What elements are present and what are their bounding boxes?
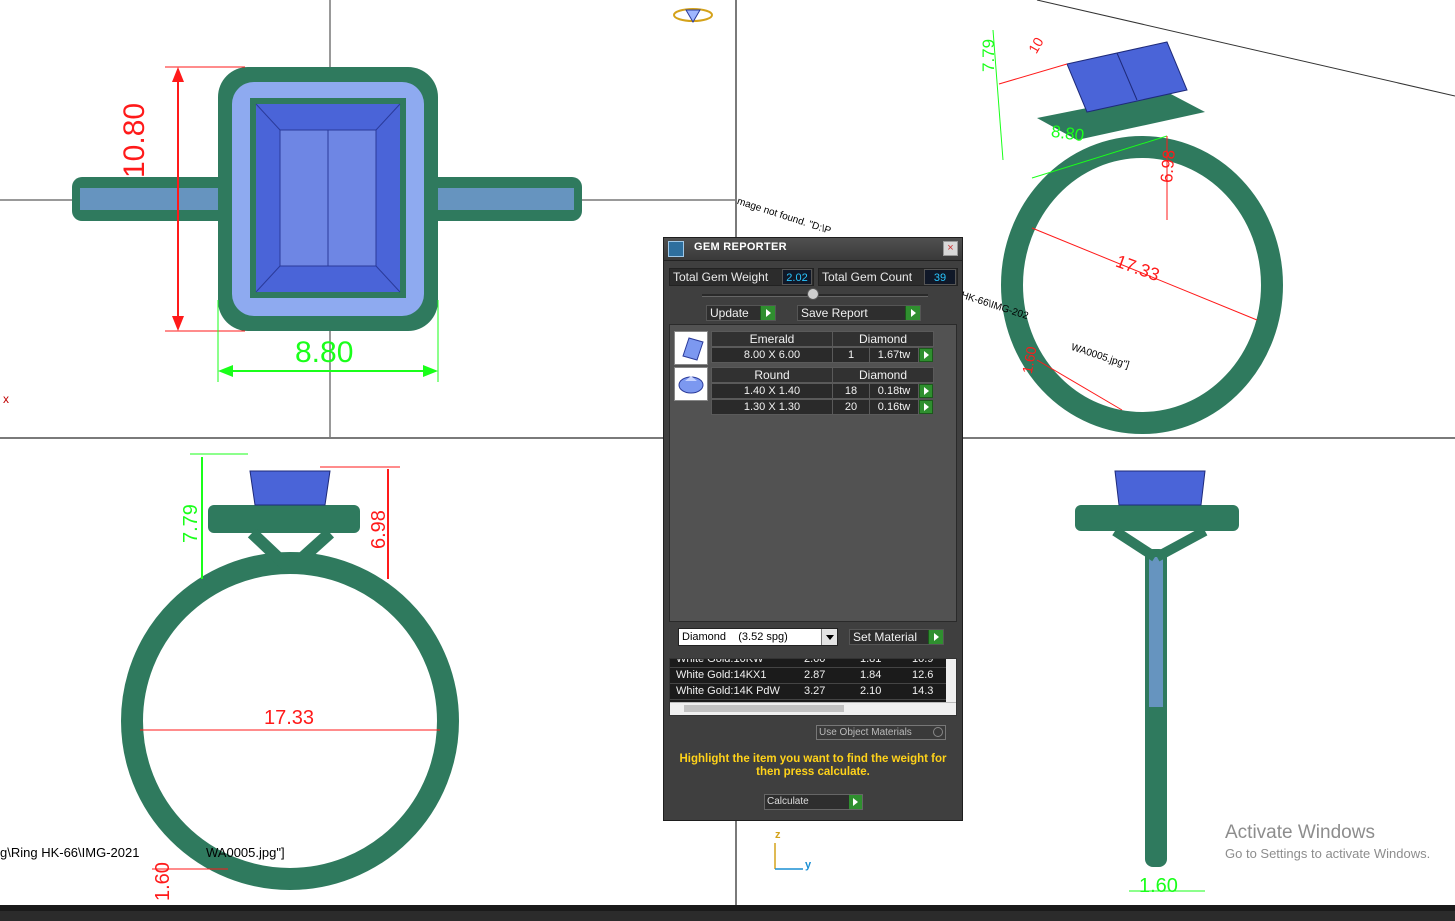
material-value-a: 3.27 — [804, 685, 826, 697]
persp-dim-c: 6.98 — [1157, 149, 1179, 184]
save-report-label: Save Report — [801, 306, 868, 320]
gem-size-cell: 1.40 X 1.40 — [711, 383, 833, 399]
material-value-c: 10.9 — [912, 658, 934, 665]
front-dim-c: 17.33 — [264, 707, 315, 729]
gem-row-go-button[interactable] — [919, 400, 933, 414]
table-row[interactable]: White Gold:14K PdW 3.27 2.10 14.3 — [670, 684, 948, 700]
update-button[interactable]: Update — [706, 305, 776, 321]
material-value-c: 14.3 — [912, 685, 934, 697]
front-path-left: g\Ring HK-66\IMG-2021 — [0, 845, 140, 860]
axis-z-label: z — [775, 829, 781, 841]
instruction-note: Highlight the item you want to find the … — [679, 753, 947, 778]
front-path-right: WA0005.jpg"] — [206, 845, 285, 860]
viewport-front[interactable]: 7.79 6.98 17.33 1.60 g\Ring HK-66\IMG-20… — [0, 439, 735, 905]
material-value-a: 2.60 — [804, 658, 826, 665]
gem-weight-cell: 0.16tw — [869, 399, 919, 415]
viewport-top[interactable]: 10.80 8.80 x — [0, 0, 735, 437]
gem-list[interactable]: Emerald Diamond 8.00 X 6.00 1 1.67tw Rou… — [669, 324, 957, 622]
slider-knob[interactable] — [807, 288, 819, 300]
calculate-go-icon — [849, 795, 862, 809]
taskbar[interactable] — [0, 905, 1455, 921]
save-report-button[interactable]: Save Report — [797, 305, 921, 321]
gem-count-cell: 20 — [832, 399, 870, 415]
front-dim-b: 6.98 — [368, 510, 390, 549]
set-material-button[interactable]: Set Material — [849, 629, 944, 645]
emerald-gem-icon — [674, 331, 708, 365]
radio-icon — [933, 727, 943, 737]
use-object-materials-toggle[interactable]: Use Object Materials — [816, 725, 946, 740]
gem-shape-header: Round — [711, 367, 833, 383]
chevron-down-icon — [821, 629, 837, 645]
gem-material-header: Diamond — [832, 367, 934, 383]
dim-width-label: 8.80 — [295, 336, 354, 369]
calculate-label: Calculate — [767, 796, 809, 807]
horizontal-scrollbar[interactable] — [670, 702, 956, 715]
total-count-value: 39 — [924, 269, 956, 285]
gem-count-cell: 18 — [832, 383, 870, 399]
gem-count-cell: 1 — [832, 347, 870, 363]
top-view-brand-icon — [673, 8, 713, 23]
origin-marker: x — [3, 392, 9, 406]
material-name: White Gold:14KX1 — [676, 669, 767, 681]
material-table[interactable]: White Gold:10KW 2.60 1.81 10.9 White Gol… — [669, 658, 957, 716]
set-material-go-icon — [928, 630, 943, 644]
close-button[interactable]: × — [943, 241, 958, 256]
gem-material-header: Diamond — [832, 331, 934, 347]
total-weight-value: 2.02 — [782, 269, 812, 285]
gem-reporter-logo-icon — [668, 241, 684, 257]
update-go-icon — [760, 306, 775, 320]
table-row[interactable]: White Gold:10KW 2.60 1.81 10.9 — [670, 658, 948, 668]
gem-reporter-panel[interactable]: GEM REPORTER × Total Gem Weight 2.02 Tot… — [663, 237, 963, 821]
material-select-value: Diamond (3.52 spg) — [682, 631, 788, 643]
use-object-materials-label: Use Object Materials — [819, 727, 912, 738]
material-value-b: 1.81 — [860, 658, 882, 665]
material-select[interactable]: Diamond (3.52 spg) — [678, 628, 838, 646]
activate-windows-watermark: Activate Windows Go to Settings to activ… — [1225, 822, 1430, 861]
side-dim-a: 1.60 — [1139, 875, 1178, 897]
ring-top-view — [0, 0, 735, 437]
save-report-go-icon — [905, 306, 920, 320]
calculate-button[interactable]: Calculate — [764, 794, 863, 810]
front-dim-d: 1.60 — [152, 862, 174, 901]
material-value-b: 2.10 — [860, 685, 882, 697]
gem-weight-cell: 1.67tw — [869, 347, 919, 363]
activate-line-1: Activate Windows — [1225, 822, 1375, 843]
material-value-a: 2.87 — [804, 669, 826, 681]
gem-reporter-title: GEM REPORTER — [694, 241, 787, 253]
ring-front-view — [121, 453, 459, 890]
material-value-c: 12.6 — [912, 669, 934, 681]
gem-shape-header: Emerald — [711, 331, 833, 347]
material-value-b: 1.84 — [860, 669, 882, 681]
gem-row-go-button[interactable] — [919, 384, 933, 398]
axis-y-label: y — [805, 859, 812, 871]
round-gem-icon — [674, 367, 708, 401]
gem-row-go-button[interactable] — [919, 348, 933, 362]
set-material-label: Set Material — [853, 630, 918, 644]
scrollbar-thumb[interactable] — [684, 705, 844, 712]
update-button-label: Update — [710, 306, 749, 320]
activate-line-2: Go to Settings to activate Windows. — [1225, 846, 1431, 861]
material-name: White Gold:10KW — [676, 658, 764, 665]
vertical-scrollbar[interactable] — [946, 659, 956, 705]
table-row[interactable]: White Gold:14KX1 2.87 1.84 12.6 — [670, 668, 948, 684]
dim-height-label: 10.80 — [118, 102, 151, 178]
gem-weight-cell: 0.18tw — [869, 383, 919, 399]
front-dim-a: 7.79 — [180, 504, 202, 543]
gem-size-cell: 1.30 X 1.30 — [711, 399, 833, 415]
gem-reporter-titlebar[interactable]: GEM REPORTER × — [664, 238, 962, 261]
persp-dim-a: 7.79 — [979, 38, 998, 72]
material-name: White Gold:14K PdW — [676, 685, 780, 697]
gem-size-cell: 8.00 X 6.00 — [711, 347, 833, 363]
